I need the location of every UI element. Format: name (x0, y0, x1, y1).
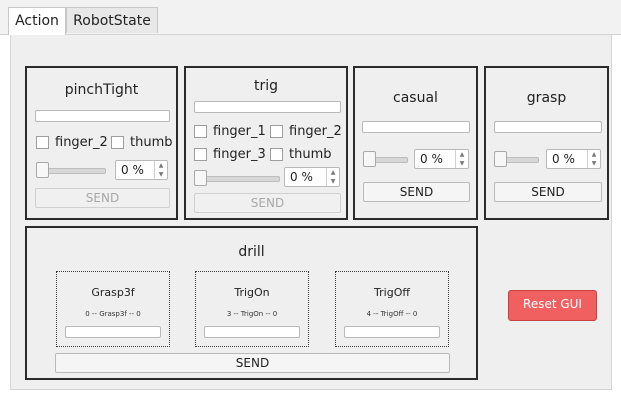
group-title: grasp (526, 90, 567, 106)
group-drill: drill Grasp3f 0 -- Grasp3f -- 0 TrigOn 3… (25, 226, 478, 380)
casual-send-button[interactable]: SEND (363, 182, 470, 202)
reset-gui-button[interactable]: Reset GUI (508, 290, 597, 321)
spin-down-icon[interactable]: ▼ (587, 159, 600, 168)
grasp-spinbox[interactable]: 0 % ▲ ▼ (546, 149, 601, 169)
checkbox-box[interactable] (270, 148, 283, 161)
group-title: trig (253, 78, 279, 94)
spin-up-icon[interactable]: ▲ (455, 150, 468, 159)
checkbox-finger3[interactable]: finger_3 (194, 147, 266, 162)
trig-text-field[interactable] (194, 101, 341, 113)
checkbox-box[interactable] (270, 125, 283, 138)
casual-text-field[interactable] (362, 121, 470, 133)
checkbox-box[interactable] (111, 136, 124, 149)
slider-handle[interactable] (36, 162, 49, 178)
group-title: drill (238, 244, 265, 260)
trig-spinbox[interactable]: 0 % ▲ ▼ (284, 167, 340, 187)
trigon-text-field[interactable] (204, 326, 300, 338)
drill-sub-grasp3f: Grasp3f 0 -- Grasp3f -- 0 (56, 271, 170, 347)
pinchtight-text-field[interactable] (35, 110, 170, 122)
slider-handle[interactable] (494, 151, 507, 167)
checkbox-finger1[interactable]: finger_1 (194, 124, 266, 139)
casual-spinbox[interactable]: 0 % ▲ ▼ (414, 149, 469, 169)
checkbox-box[interactable] (36, 136, 49, 149)
grasp-send-button[interactable]: SEND (494, 182, 602, 202)
pinchtight-slider[interactable] (36, 162, 106, 178)
drill-sub-trigon: TrigOn 3 -- TrigOn -- 0 (195, 271, 309, 347)
grasp-text-field[interactable] (494, 121, 602, 133)
tab-bar: Action RobotState (0, 0, 621, 35)
tab-robotstate[interactable]: RobotState (66, 7, 158, 33)
checkbox-finger2[interactable]: finger_2 (270, 124, 342, 139)
pinchtight-send-button[interactable]: SEND (35, 188, 170, 208)
drill-send-button[interactable]: SEND (55, 353, 450, 373)
trig-send-button[interactable]: SEND (194, 193, 341, 213)
spin-down-icon[interactable]: ▼ (326, 177, 339, 186)
slider-handle[interactable] (194, 170, 207, 186)
checkbox-thumb[interactable]: thumb (270, 147, 332, 162)
slider-handle[interactable] (363, 151, 376, 167)
casual-slider[interactable] (363, 151, 408, 167)
group-casual: casual 0 % ▲ ▼ SEND (353, 66, 478, 220)
spin-up-icon[interactable]: ▲ (326, 168, 339, 177)
spin-up-icon[interactable]: ▲ (154, 161, 167, 170)
spin-up-icon[interactable]: ▲ (587, 150, 600, 159)
pinchtight-spinbox[interactable]: 0 % ▲ ▼ (115, 160, 168, 180)
drill-sub-trigoff: TrigOff 4 -- TrigOff -- 0 (335, 271, 449, 347)
checkbox-thumb[interactable]: thumb (111, 135, 173, 150)
group-pinchtight: pinchTight finger_2 thumb 0 % ▲ ▼ SEND (25, 66, 178, 220)
spin-down-icon[interactable]: ▼ (455, 159, 468, 168)
group-trig: trig finger_1 finger_2 finger_3 thumb 0 … (184, 66, 348, 220)
trigoff-text-field[interactable] (344, 326, 440, 338)
grasp3f-text-field[interactable] (65, 326, 161, 338)
checkbox-finger2[interactable]: finger_2 (36, 135, 108, 150)
group-title: pinchTight (64, 82, 139, 98)
checkbox-box[interactable] (194, 125, 207, 138)
spin-down-icon[interactable]: ▼ (154, 170, 167, 179)
tab-action[interactable]: Action (8, 7, 66, 35)
grasp-slider[interactable] (494, 151, 539, 167)
group-grasp: grasp 0 % ▲ ▼ SEND (484, 66, 609, 220)
trig-slider[interactable] (194, 170, 280, 186)
checkbox-box[interactable] (194, 148, 207, 161)
group-title: casual (393, 90, 438, 106)
